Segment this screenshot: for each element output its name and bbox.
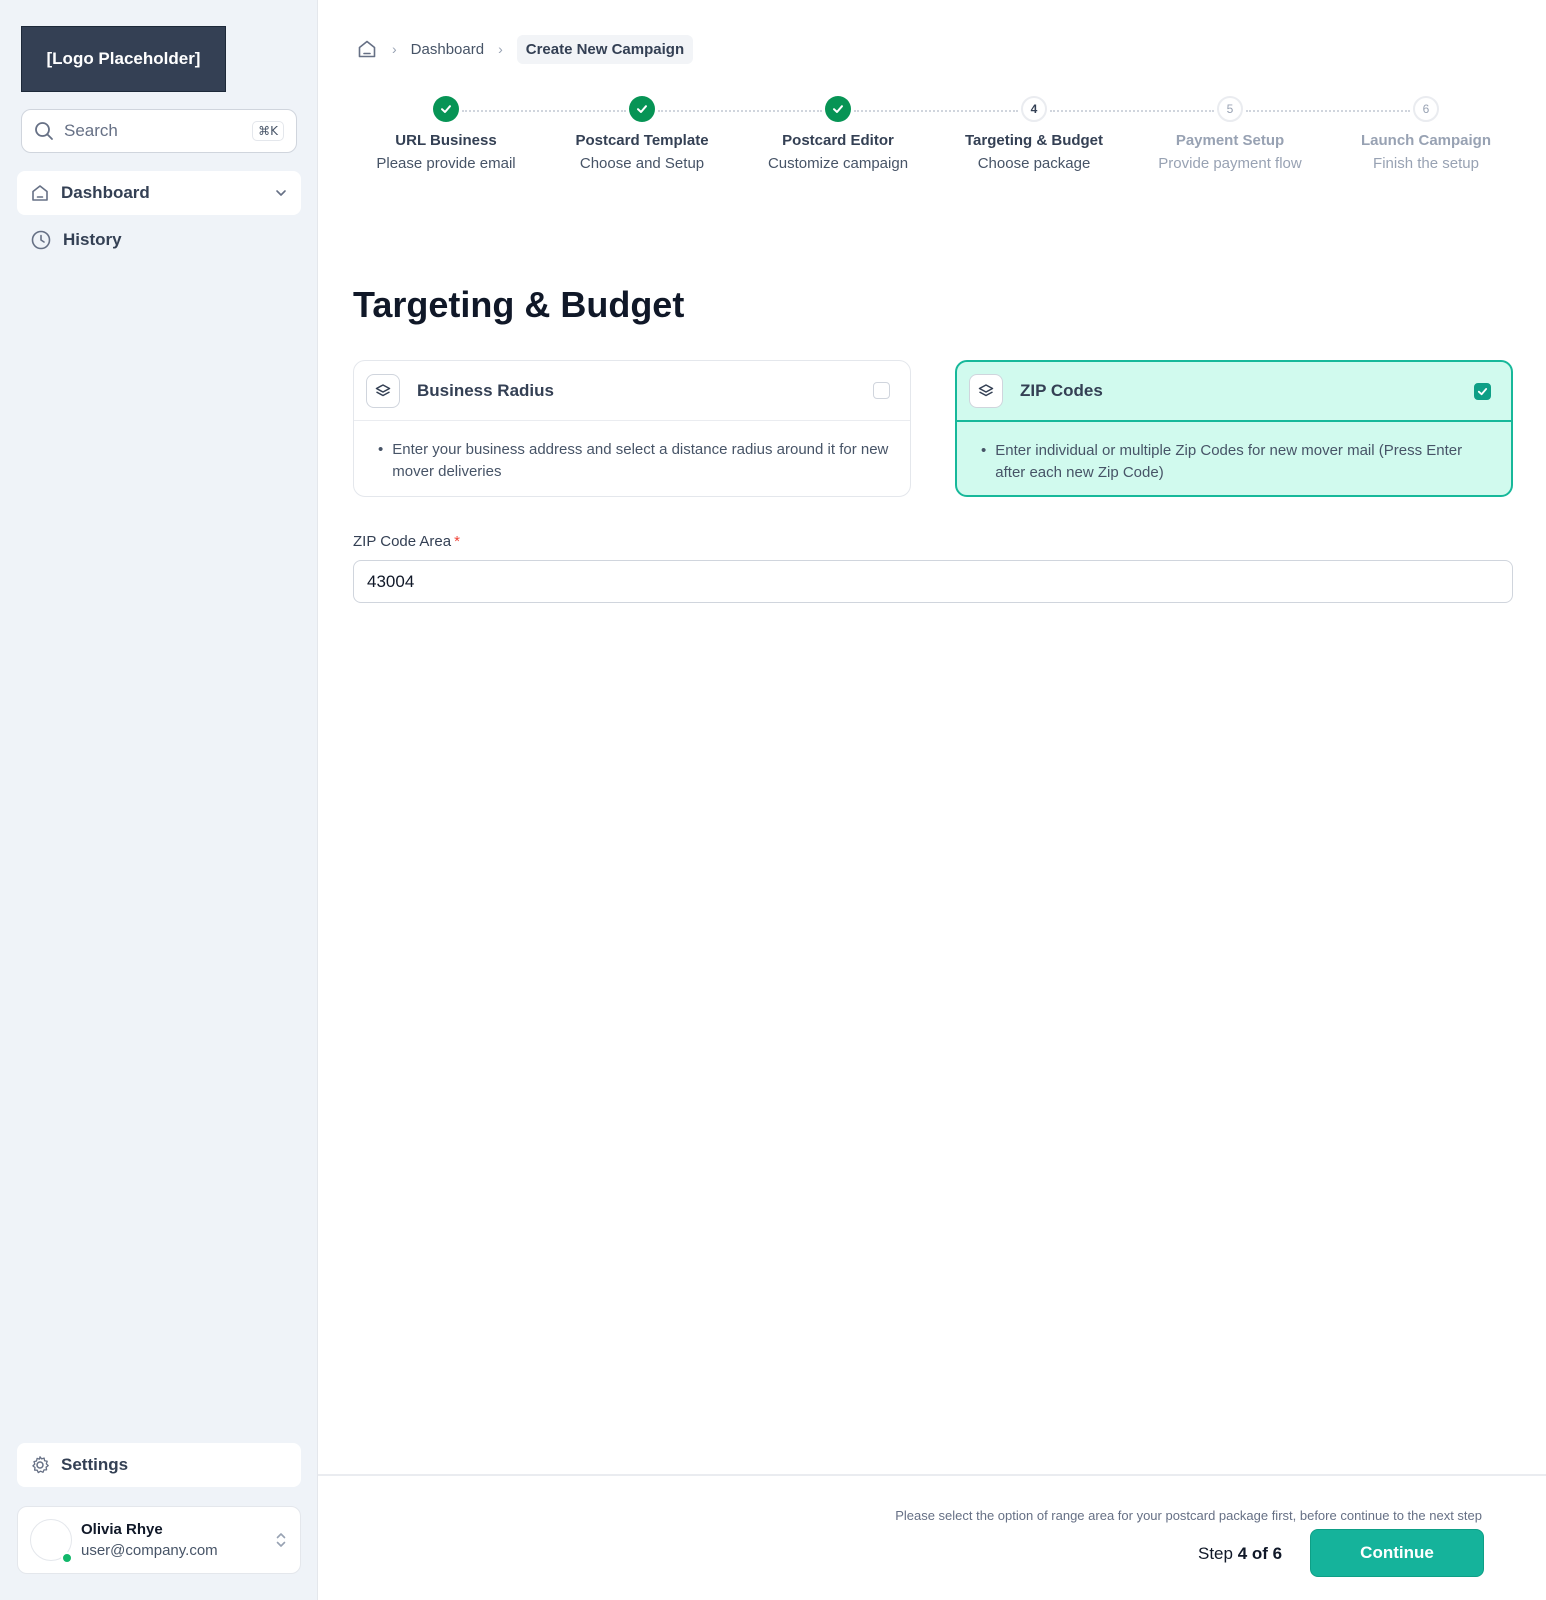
bullet: • xyxy=(981,442,987,459)
step-title: Targeting & Budget xyxy=(964,132,1104,149)
step-subtitle: Choose and Setup xyxy=(579,155,705,172)
user-card[interactable]: Olivia Rhye user@company.com xyxy=(17,1506,301,1574)
step-title: Launch Campaign xyxy=(1360,132,1491,149)
logo: [Logo Placeholder] xyxy=(21,26,226,92)
check-icon xyxy=(441,105,451,113)
option-checkbox[interactable] xyxy=(873,382,890,399)
step-2: Postcard Template Choose and Setup xyxy=(544,96,740,172)
step-4: 4 Targeting & Budget Choose package xyxy=(936,96,1132,172)
required-mark: * xyxy=(454,533,460,550)
step-subtitle: Choose package xyxy=(977,155,1091,172)
option-checkbox[interactable] xyxy=(1474,382,1491,400)
sidebar: [Logo Placeholder] Search ⌘K Dashboard H… xyxy=(0,0,318,1600)
layers-icon xyxy=(969,374,1003,408)
step-complete-marker xyxy=(825,96,851,122)
option-description: Enter individual or multiple Zip Codes f… xyxy=(995,442,1463,481)
step-3: Postcard Editor Customize campaign xyxy=(740,96,936,172)
footer-bar: Please select the option of range area f… xyxy=(318,1474,1546,1600)
breadcrumb-dashboard[interactable]: Dashboard xyxy=(411,41,484,58)
step-counter-value: 4 of 6 xyxy=(1237,1544,1283,1563)
zip-code-input[interactable] xyxy=(353,560,1513,603)
sidebar-item-label: Settings xyxy=(61,1455,129,1474)
sidebar-item-label: History xyxy=(63,230,122,249)
breadcrumb-current: Create New Campaign xyxy=(516,34,694,64)
option-title: ZIP Codes xyxy=(1020,381,1103,400)
chevron-right-icon: › xyxy=(498,41,503,57)
sidebar-item-dashboard[interactable]: Dashboard xyxy=(17,171,301,215)
chevron-right-icon: › xyxy=(392,41,397,57)
step-6: 6 Launch Campaign Finish the setup xyxy=(1328,96,1524,172)
continue-button[interactable]: Continue xyxy=(1310,1529,1484,1577)
check-icon xyxy=(833,105,843,113)
home-icon[interactable] xyxy=(356,38,378,60)
clock-icon xyxy=(31,230,51,250)
user-name: Olivia Rhye xyxy=(81,1521,163,1538)
sidebar-item-label: Dashboard xyxy=(61,183,150,202)
step-title: Postcard Template xyxy=(575,132,709,149)
user-email: user@company.com xyxy=(81,1542,218,1559)
layers-icon xyxy=(366,373,400,408)
bullet: • xyxy=(378,441,384,458)
progress-stepper: URL Business Please provide email Postca… xyxy=(338,96,1535,186)
search-input[interactable]: Search xyxy=(64,121,252,141)
step-title: Postcard Editor xyxy=(782,132,894,149)
page-title: Targeting & Budget xyxy=(353,284,685,325)
step-1: URL Business Please provide email xyxy=(348,96,544,172)
zip-code-label: ZIP Code Area * xyxy=(353,533,460,550)
step-number: 5 xyxy=(1217,96,1243,122)
search-shortcut: ⌘K xyxy=(252,121,284,141)
step-5: 5 Payment Setup Provide payment flow xyxy=(1132,96,1328,172)
check-icon xyxy=(1477,387,1488,395)
step-title: URL Business xyxy=(395,132,497,149)
zip-code-label-text: ZIP Code Area xyxy=(353,533,452,550)
sidebar-item-settings[interactable]: Settings xyxy=(17,1443,301,1487)
step-complete-marker xyxy=(433,96,459,122)
home-icon xyxy=(32,185,48,201)
footer-note: Please select the option of range area f… xyxy=(895,1508,1482,1523)
avatar xyxy=(30,1519,73,1564)
step-counter: Step 4 of 6 xyxy=(1198,1544,1282,1564)
step-subtitle: Provide payment flow xyxy=(1158,155,1302,172)
step-complete-marker xyxy=(629,96,655,122)
main-content: › Dashboard › Create New Campaign URL Bu… xyxy=(318,0,1546,1600)
gear-icon xyxy=(32,1456,49,1474)
step-counter-prefix: Step xyxy=(1198,1544,1238,1563)
online-status-dot xyxy=(61,1552,73,1564)
option-business-radius[interactable]: Business Radius • Enter your business ad… xyxy=(353,360,911,497)
chevron-down-icon[interactable] xyxy=(274,186,288,200)
search-icon xyxy=(35,122,53,140)
check-icon xyxy=(637,105,647,113)
step-number: 6 xyxy=(1413,96,1439,122)
search-box[interactable]: Search ⌘K xyxy=(21,109,297,153)
step-subtitle: Please provide email xyxy=(376,155,516,172)
option-description: Enter your business address and select a… xyxy=(392,441,889,480)
step-subtitle: Customize campaign xyxy=(767,155,909,172)
sidebar-item-history[interactable]: History xyxy=(17,218,301,262)
step-title: Payment Setup xyxy=(1175,132,1285,149)
step-number: 4 xyxy=(1021,96,1047,122)
option-zip-codes[interactable]: ZIP Codes • Enter individual or multiple… xyxy=(955,360,1513,497)
step-subtitle: Finish the setup xyxy=(1373,155,1479,172)
breadcrumb: › Dashboard › Create New Campaign xyxy=(356,34,694,64)
option-title: Business Radius xyxy=(417,380,554,400)
chevron-up-down-icon[interactable] xyxy=(274,1531,288,1549)
